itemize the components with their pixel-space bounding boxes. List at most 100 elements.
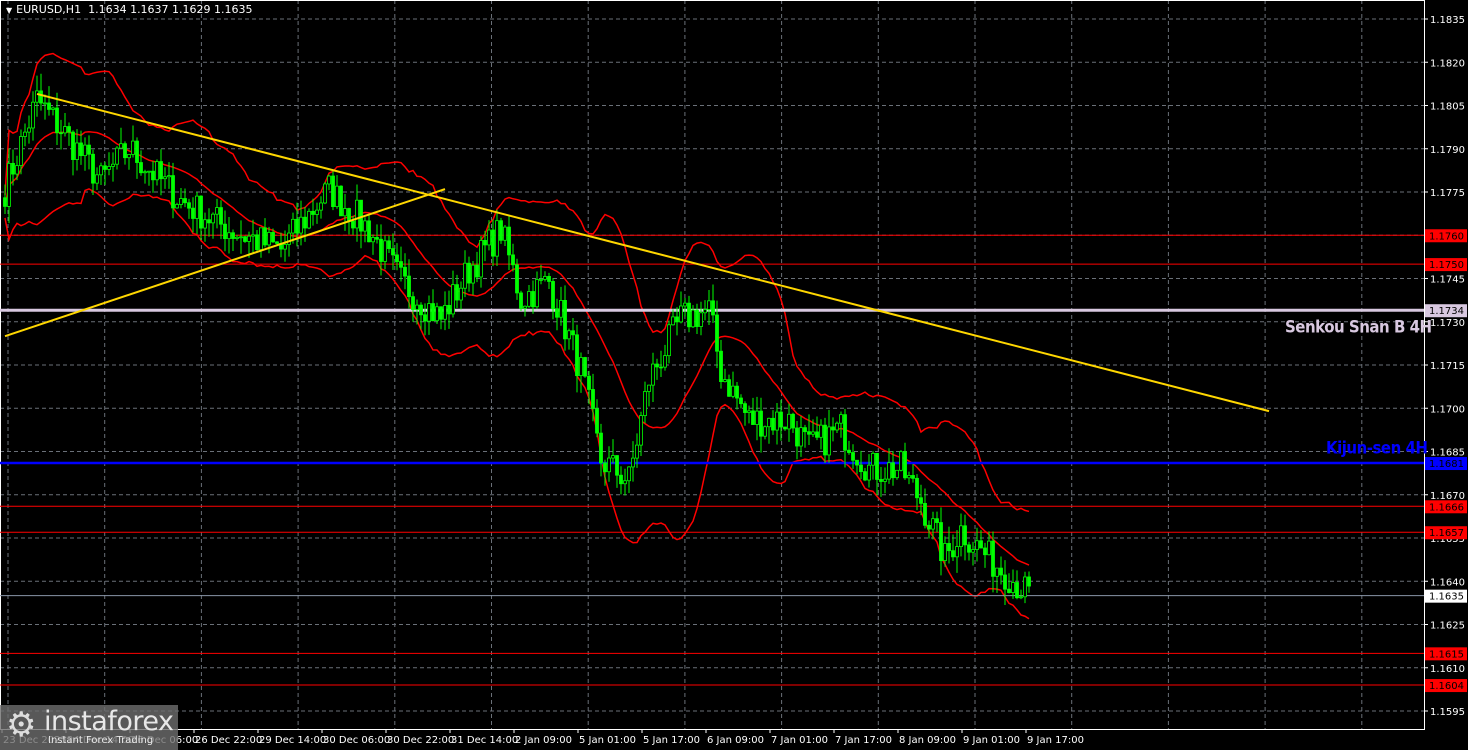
candle-body (659, 366, 663, 369)
time-tick-label: 6 Jan 09:00 (707, 735, 764, 746)
candle (31, 91, 35, 141)
candle (787, 403, 791, 442)
candle (159, 149, 163, 196)
candle (807, 414, 811, 445)
candle-body (827, 426, 831, 456)
candle (71, 130, 75, 176)
candle-body (515, 264, 519, 294)
candle-body (755, 410, 759, 425)
candle-body (467, 262, 471, 284)
price-chart[interactable]: 1.1835 1.1820 1.1805 1.1790 1.1775 1.1760 1.17… (0, 0, 1468, 750)
candle-body (383, 240, 387, 262)
candle-body (859, 464, 863, 473)
candle-body (147, 170, 151, 173)
candle (615, 455, 619, 488)
candle-body (919, 497, 923, 504)
candle-body (559, 300, 563, 318)
candle-body (979, 540, 983, 549)
candle-body (319, 202, 323, 211)
candle (1015, 570, 1019, 600)
candle-body (303, 216, 307, 229)
candle-body (543, 276, 547, 280)
dropdown-triangle-icon[interactable]: ▼ (6, 6, 12, 15)
candle (263, 218, 267, 248)
candle-body (403, 266, 407, 277)
candle-body (167, 175, 171, 178)
candle (175, 202, 179, 209)
candle-body (527, 291, 531, 307)
candle (711, 284, 715, 323)
candle-body (439, 306, 443, 320)
candle (259, 227, 263, 258)
time-tick-label: 30 Dec 06:00 (323, 735, 390, 746)
candle-body (475, 264, 479, 278)
candle-body (567, 330, 571, 340)
candle-body (251, 234, 255, 237)
candle-body (119, 143, 123, 149)
candle-body (287, 232, 291, 245)
candle-body (7, 162, 11, 207)
candle-body (175, 204, 179, 209)
candle (595, 399, 599, 438)
candle (439, 306, 443, 330)
candle (231, 229, 235, 251)
candle (451, 270, 455, 318)
candle (199, 195, 203, 241)
candle-body (327, 175, 331, 185)
candle (691, 305, 695, 329)
candle-body (267, 232, 271, 246)
price-tick-label: 1.1640 (1430, 577, 1465, 588)
candle-body (459, 287, 463, 301)
kijun-sen-label: Kijun-sen 4H (1326, 437, 1428, 459)
candle (339, 185, 343, 217)
candle (515, 258, 519, 300)
candle (239, 220, 243, 254)
candle-body (199, 195, 203, 229)
candle-body (123, 143, 127, 159)
candle (775, 403, 779, 445)
candle-body (351, 220, 355, 229)
candle-body (655, 363, 659, 368)
candle (567, 328, 571, 350)
candle (871, 451, 875, 480)
candle (435, 302, 439, 325)
candle (79, 130, 83, 165)
candle-body (991, 540, 995, 577)
candle-body (259, 227, 263, 250)
time-tick-label: 5 Jan 01:00 (579, 735, 636, 746)
candle (195, 191, 199, 235)
candle-body (219, 207, 223, 225)
candle-body (239, 236, 243, 239)
candle-body (775, 411, 779, 431)
candle-body (31, 101, 35, 129)
candle-body (87, 144, 91, 155)
candle-body (1027, 576, 1031, 587)
candle-body (1015, 582, 1019, 599)
candle (555, 298, 559, 331)
candle (1027, 571, 1031, 593)
candle-body (579, 357, 583, 377)
candle (955, 529, 959, 573)
candle-body (987, 540, 991, 556)
candle-body (487, 229, 491, 246)
candle (399, 246, 403, 282)
candle (863, 467, 867, 482)
candle-body (271, 232, 275, 243)
candle (431, 289, 435, 322)
candle-body (599, 432, 603, 464)
price-tick-label: 1.1595 (1430, 707, 1465, 718)
candle-body (691, 309, 695, 328)
candle (35, 75, 39, 117)
candle-body (143, 171, 147, 174)
candle (403, 253, 407, 290)
candle-body (743, 403, 747, 413)
candle-body (799, 427, 803, 447)
candle (323, 181, 327, 205)
candle (875, 452, 879, 496)
candle (759, 397, 763, 453)
candle (827, 409, 831, 463)
time-tick-label: 9 Jan 17:00 (1027, 735, 1084, 746)
candle (463, 250, 467, 298)
candle-body (355, 199, 359, 229)
candle (639, 411, 643, 457)
